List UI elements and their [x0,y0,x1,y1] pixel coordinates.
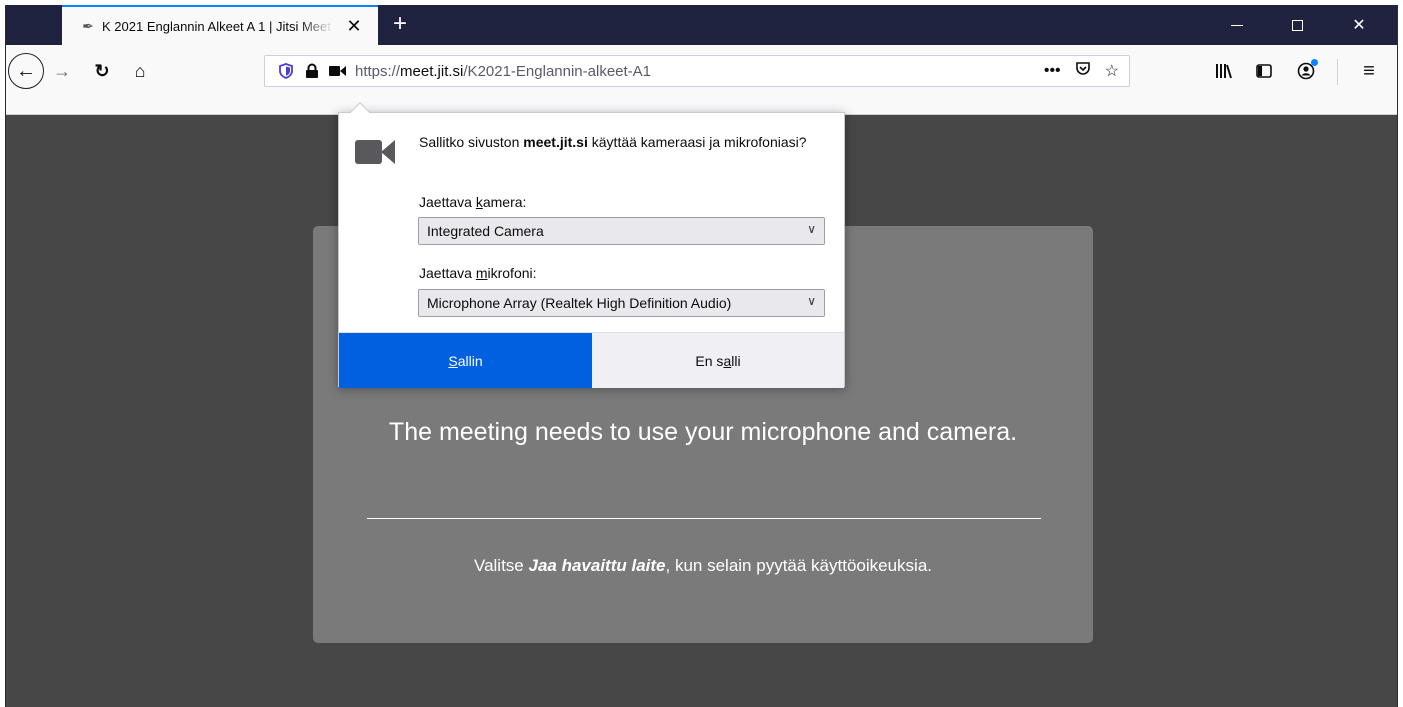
divider [367,518,1041,519]
mic-label-part: Jaettava [419,265,476,281]
chevron-down-icon: ∨ [807,294,816,308]
microphone-select[interactable]: Microphone Array (Realtek High Definitio… [418,289,825,317]
popup-buttons: Sallin En s a lli [339,332,844,388]
reload-button[interactable]: ↻ [88,57,116,85]
tab-title: K 2021 Englannin Alkeet A 1 | Jitsi Meet [102,18,331,34]
microphone-select-value: Microphone Array (Realtek High Definitio… [427,295,732,311]
camera-select[interactable]: Integrated Camera ∨ [418,217,825,245]
question-prefix: Sallitko sivuston [419,134,524,150]
back-button[interactable]: ← [8,53,44,89]
mic-label-accesskey: m [475,265,488,281]
permission-hint: Valitse Jaa havaittu laite, kun selain p… [313,556,1093,576]
allow-accesskey: S [448,352,458,369]
allow-label: allin [457,352,483,369]
address-bar[interactable]: https://meet.jit.si/K2021-Englannin-alke… [264,55,1130,87]
hint-prefix: Valitse [474,556,529,575]
minimize-button[interactable] [1214,5,1260,45]
more-icon[interactable]: ••• [1044,62,1061,80]
maximize-button[interactable] [1274,5,1320,45]
forward-button[interactable]: → [48,57,76,85]
camera-select-value: Integrated Camera [427,223,544,239]
star-icon[interactable]: ☆ [1105,61,1119,81]
url-text[interactable]: https://meet.jit.si/K2021-Englannin-alke… [355,63,651,80]
permission-popup: Sallitko sivuston meet.jit.si käyttää ka… [338,102,845,388]
permission-question: Sallitko sivuston meet.jit.si käyttää ka… [419,133,819,152]
camera-permission-icon[interactable] [329,62,347,80]
deny-button[interactable]: En s a lli [592,333,844,388]
navigation-toolbar: ← → ↻ ⌂ https://meet.jit.si/K2021-Englan… [6,45,1397,115]
url-scheme: https:// [355,62,401,80]
page-actions: ••• ☆ [1044,56,1119,86]
hint-suffix: , kun selain pyytää käyttöoikeuksia. [665,556,932,575]
tab-bar: ✒ K 2021 Englannin Alkeet A 1 | Jitsi Me… [6,5,1397,45]
close-tab-icon[interactable]: ✕ [344,16,364,36]
close-window-button[interactable]: ✕ [1336,5,1382,45]
url-host: meet.jit.si [400,62,464,80]
notification-dot [1311,59,1318,66]
permission-message: The meeting needs to use your microphone… [388,418,1018,446]
question-suffix: käyttää kameraasi ja mikrofoniasi? [587,134,807,150]
feather-icon: ✒ [82,18,94,34]
mic-label-part: ikrofoni: [487,265,537,281]
tracking-shield-icon[interactable] [277,62,295,80]
maximize-icon [1291,19,1303,31]
camera-icon [355,137,395,167]
deny-label: En s [695,352,724,369]
active-tab[interactable]: ✒ K 2021 Englannin Alkeet A 1 | Jitsi Me… [62,5,378,45]
minimize-icon [1231,24,1243,26]
lock-icon[interactable] [303,62,321,80]
new-tab-button[interactable]: + [386,11,414,39]
chevron-down-icon: ∨ [807,222,816,236]
sidebar-button[interactable] [1250,57,1278,85]
question-site: meet.jit.si [523,134,588,150]
camera-label-part: amera: [482,194,527,210]
home-button[interactable]: ⌂ [126,57,154,85]
camera-select-label: Jaettava kamera: [419,194,526,210]
toolbar-separator [1337,59,1338,85]
deny-label: lli [731,352,741,369]
url-path: /K2021-Englannin-alkeet-A1 [463,62,652,80]
library-button[interactable] [1210,57,1238,85]
browser-window: ✒ K 2021 Englannin Alkeet A 1 | Jitsi Me… [5,5,1398,707]
pocket-icon[interactable] [1075,61,1091,82]
microphone-select-label: Jaettava mikrofoni: [419,265,537,281]
camera-label-accesskey: k [475,194,483,210]
account-button[interactable] [1292,57,1320,85]
deny-accesskey: a [723,352,732,369]
camera-label-part: Jaettava [419,194,476,210]
hint-emphasis: Jaa havaittu laite [528,556,666,575]
hamburger-menu-button[interactable]: ≡ [1355,57,1383,85]
allow-button[interactable]: Sallin [339,333,592,388]
